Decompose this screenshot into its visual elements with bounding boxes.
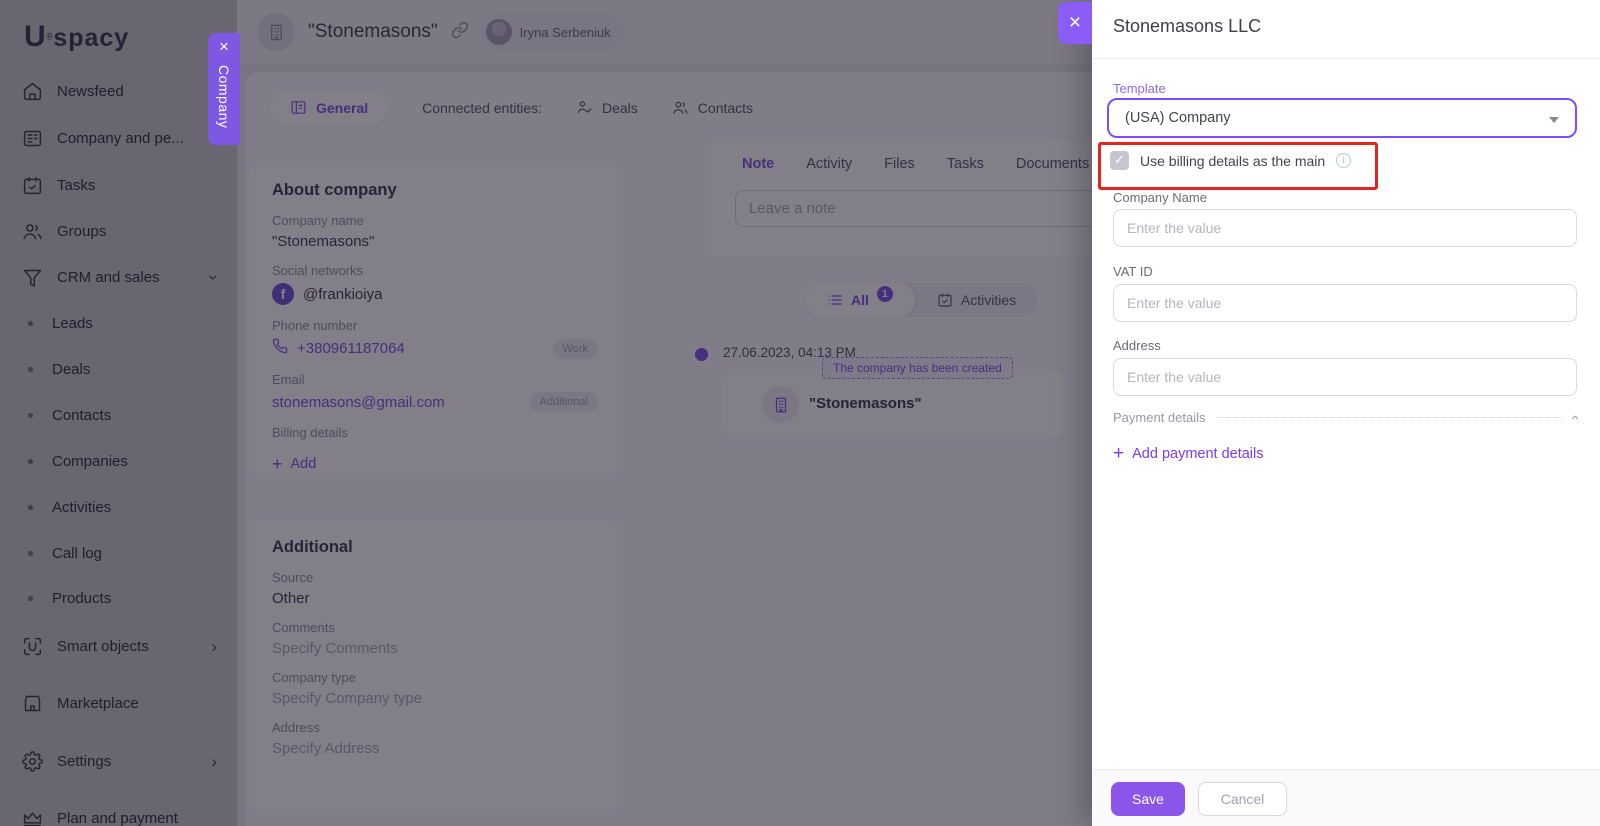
address-input[interactable]	[1113, 358, 1577, 396]
payment-details-section: Payment details ›	[1113, 409, 1583, 426]
vat-id-input[interactable]	[1113, 284, 1577, 322]
drawer-footer: Save Cancel	[1092, 769, 1600, 826]
address-label: Address	[1113, 338, 1161, 353]
add-payment-details-button[interactable]: + Add payment details	[1113, 444, 1264, 463]
add-payment-label: Add payment details	[1132, 445, 1264, 462]
company-name-label: Company Name	[1113, 190, 1207, 205]
plus-icon: +	[1113, 443, 1125, 464]
template-select[interactable]: (USA) Company	[1107, 98, 1577, 138]
chevron-down-icon	[1549, 117, 1559, 123]
payment-details-label: Payment details	[1113, 410, 1206, 425]
cancel-button[interactable]: Cancel	[1198, 782, 1287, 816]
billing-main-checkbox[interactable]: ✓	[1110, 151, 1129, 170]
app-root: U®spacy Newsfeed Company and pe... › Tas…	[0, 0, 1600, 826]
drawer-title: Stonemasons LLC	[1113, 16, 1262, 36]
template-label: Template	[1113, 81, 1166, 96]
vat-id-label: VAT ID	[1113, 264, 1153, 279]
check-icon: ✓	[1114, 153, 1125, 168]
save-button[interactable]: Save	[1111, 782, 1185, 816]
collapse-chevron-icon[interactable]: ›	[1566, 415, 1583, 420]
info-icon[interactable]: i	[1336, 153, 1352, 168]
company-tab-label: Company	[216, 65, 232, 129]
checkbox-label: Use billing details as the main	[1140, 152, 1326, 169]
sidebar-backdrop	[0, 0, 237, 826]
divider	[1092, 58, 1600, 59]
billing-details-drawer: × Stonemasons LLC Template (USA) Company…	[1058, 0, 1600, 826]
close-icon: ×	[1068, 11, 1082, 34]
company-drawer-tab[interactable]: × Company	[208, 33, 240, 145]
divider	[1215, 417, 1562, 418]
template-selected-value: (USA) Company	[1125, 110, 1231, 126]
company-name-input[interactable]	[1113, 209, 1577, 247]
close-icon[interactable]: ×	[208, 38, 240, 55]
drawer-close-button[interactable]: ×	[1058, 2, 1092, 44]
billing-main-checkbox-row: ✓ Use billing details as the main i	[1110, 151, 1352, 170]
